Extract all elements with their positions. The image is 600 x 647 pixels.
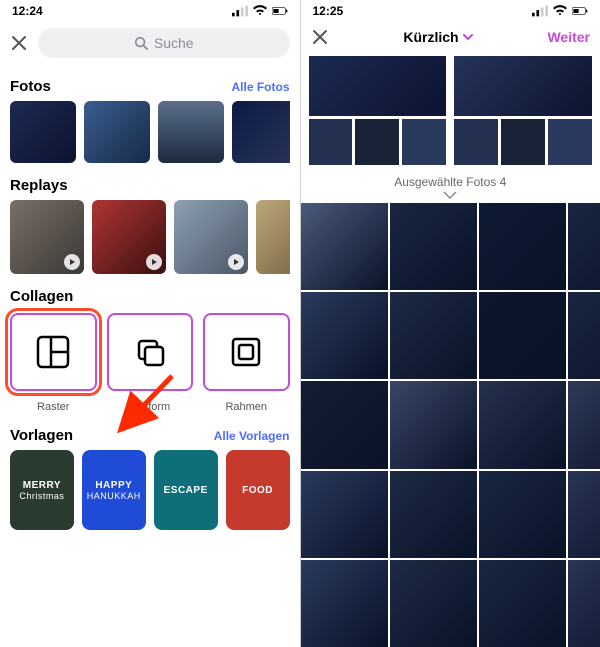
template-thumb[interactable]: MERRYChristmas [10,450,74,530]
section-collagen: Collagen Raster Freiform Rahmen [0,280,300,413]
section-fotos: Fotos Alle Fotos [0,70,300,163]
grid-photo[interactable] [301,203,388,290]
search-placeholder: Suche [154,35,194,51]
close-button[interactable] [10,34,28,52]
photo-thumb[interactable] [158,101,224,163]
grid-photo[interactable] [568,381,600,468]
grid-photo[interactable] [479,203,566,290]
collage-tile-raster[interactable] [10,313,97,391]
collage-preview-2[interactable] [454,56,592,165]
statusbar-icons [232,5,288,17]
collage-label-raster: Raster [10,401,97,413]
collage-preview-1[interactable] [309,56,447,165]
statusbar: 12:24 [0,0,300,22]
section-replays: Replays [0,169,300,274]
grid-photo[interactable] [390,203,477,290]
templates-row: MERRYChristmasHAPPYHANUKKAHESCAPEFOOD [10,450,290,536]
template-thumb[interactable]: HAPPYHANUKKAH [82,450,146,530]
template-thumb[interactable]: FOOD [226,450,290,530]
frame-icon [229,335,263,369]
grid-photo[interactable] [479,381,566,468]
grid-photo[interactable] [301,381,388,468]
screen-photo-picker: 12:25 Kürzlich Weiter Ausgewählte Fotos … [301,0,600,647]
replay-thumb[interactable] [256,200,290,274]
grid-photo[interactable] [390,471,477,558]
statusbar: 12:25 [301,0,600,22]
close-icon [11,35,27,51]
search-input[interactable]: Suche [38,28,290,58]
grid-photo[interactable] [568,203,600,290]
freeform-icon [133,335,167,369]
selected-label: Ausgewählte Fotos 4 [394,175,506,189]
section-title-fotos: Fotos [10,78,51,95]
replays-row [10,200,290,274]
replay-badge-icon [228,254,244,270]
photos-row [10,101,290,163]
sort-label: Kürzlich [403,29,458,45]
collage-previews [301,52,600,173]
grid-icon [36,335,70,369]
collage-tile-freiform[interactable] [107,313,194,391]
next-button[interactable]: Weiter [547,29,590,45]
photo-thumb[interactable] [84,101,150,163]
wifi-icon [552,5,568,17]
close-button[interactable] [311,28,329,46]
statusbar-time: 12:25 [313,4,344,18]
replay-thumb[interactable] [92,200,166,274]
see-all-vorlagen[interactable]: Alle Vorlagen [214,429,290,443]
battery-icon [572,5,588,17]
photo-thumb[interactable] [232,101,290,163]
signal-icon [232,5,248,17]
section-title-replays: Replays [10,177,68,194]
template-thumb[interactable]: ESCAPE [154,450,218,530]
collage-label-rahmen: Rahmen [203,401,290,413]
collage-tile-rahmen[interactable] [203,313,290,391]
screen-collage-home: 12:24 Suche Fotos Alle Fotos Replays [0,0,300,647]
wifi-icon [252,5,268,17]
photo-grid [301,203,600,647]
replay-thumb[interactable] [174,200,248,274]
statusbar-time: 12:24 [12,4,43,18]
grid-photo[interactable] [390,560,477,647]
grid-photo[interactable] [390,292,477,379]
close-icon [312,29,328,45]
grid-photo[interactable] [390,381,477,468]
chevron-down-icon [463,32,473,42]
signal-icon [532,5,548,17]
grid-photo[interactable] [479,560,566,647]
section-vorlagen: Vorlagen Alle Vorlagen MERRYChristmasHAP… [0,419,300,536]
selected-header[interactable]: Ausgewählte Fotos 4 [301,173,600,203]
collage-label-freiform: Freiform [107,401,194,413]
grid-photo[interactable] [301,292,388,379]
grid-photo[interactable] [301,560,388,647]
grid-photo[interactable] [568,292,600,379]
replay-thumb[interactable] [10,200,84,274]
picker-topbar: Kürzlich Weiter [301,22,600,52]
statusbar-icons [532,5,588,17]
chevron-down-icon [443,191,457,199]
photo-thumb[interactable] [10,101,76,163]
grid-photo[interactable] [301,471,388,558]
section-title-vorlagen: Vorlagen [10,427,73,444]
search-icon [134,36,148,50]
replay-badge-icon [146,254,162,270]
replay-badge-icon [64,254,80,270]
section-title-collagen: Collagen [10,288,73,305]
see-all-fotos[interactable]: Alle Fotos [231,80,289,94]
grid-photo[interactable] [479,471,566,558]
topbar: Suche [0,22,300,64]
sort-dropdown[interactable]: Kürzlich [403,29,472,45]
grid-photo[interactable] [479,292,566,379]
battery-icon [272,5,288,17]
grid-photo[interactable] [568,560,600,647]
grid-photo[interactable] [568,471,600,558]
